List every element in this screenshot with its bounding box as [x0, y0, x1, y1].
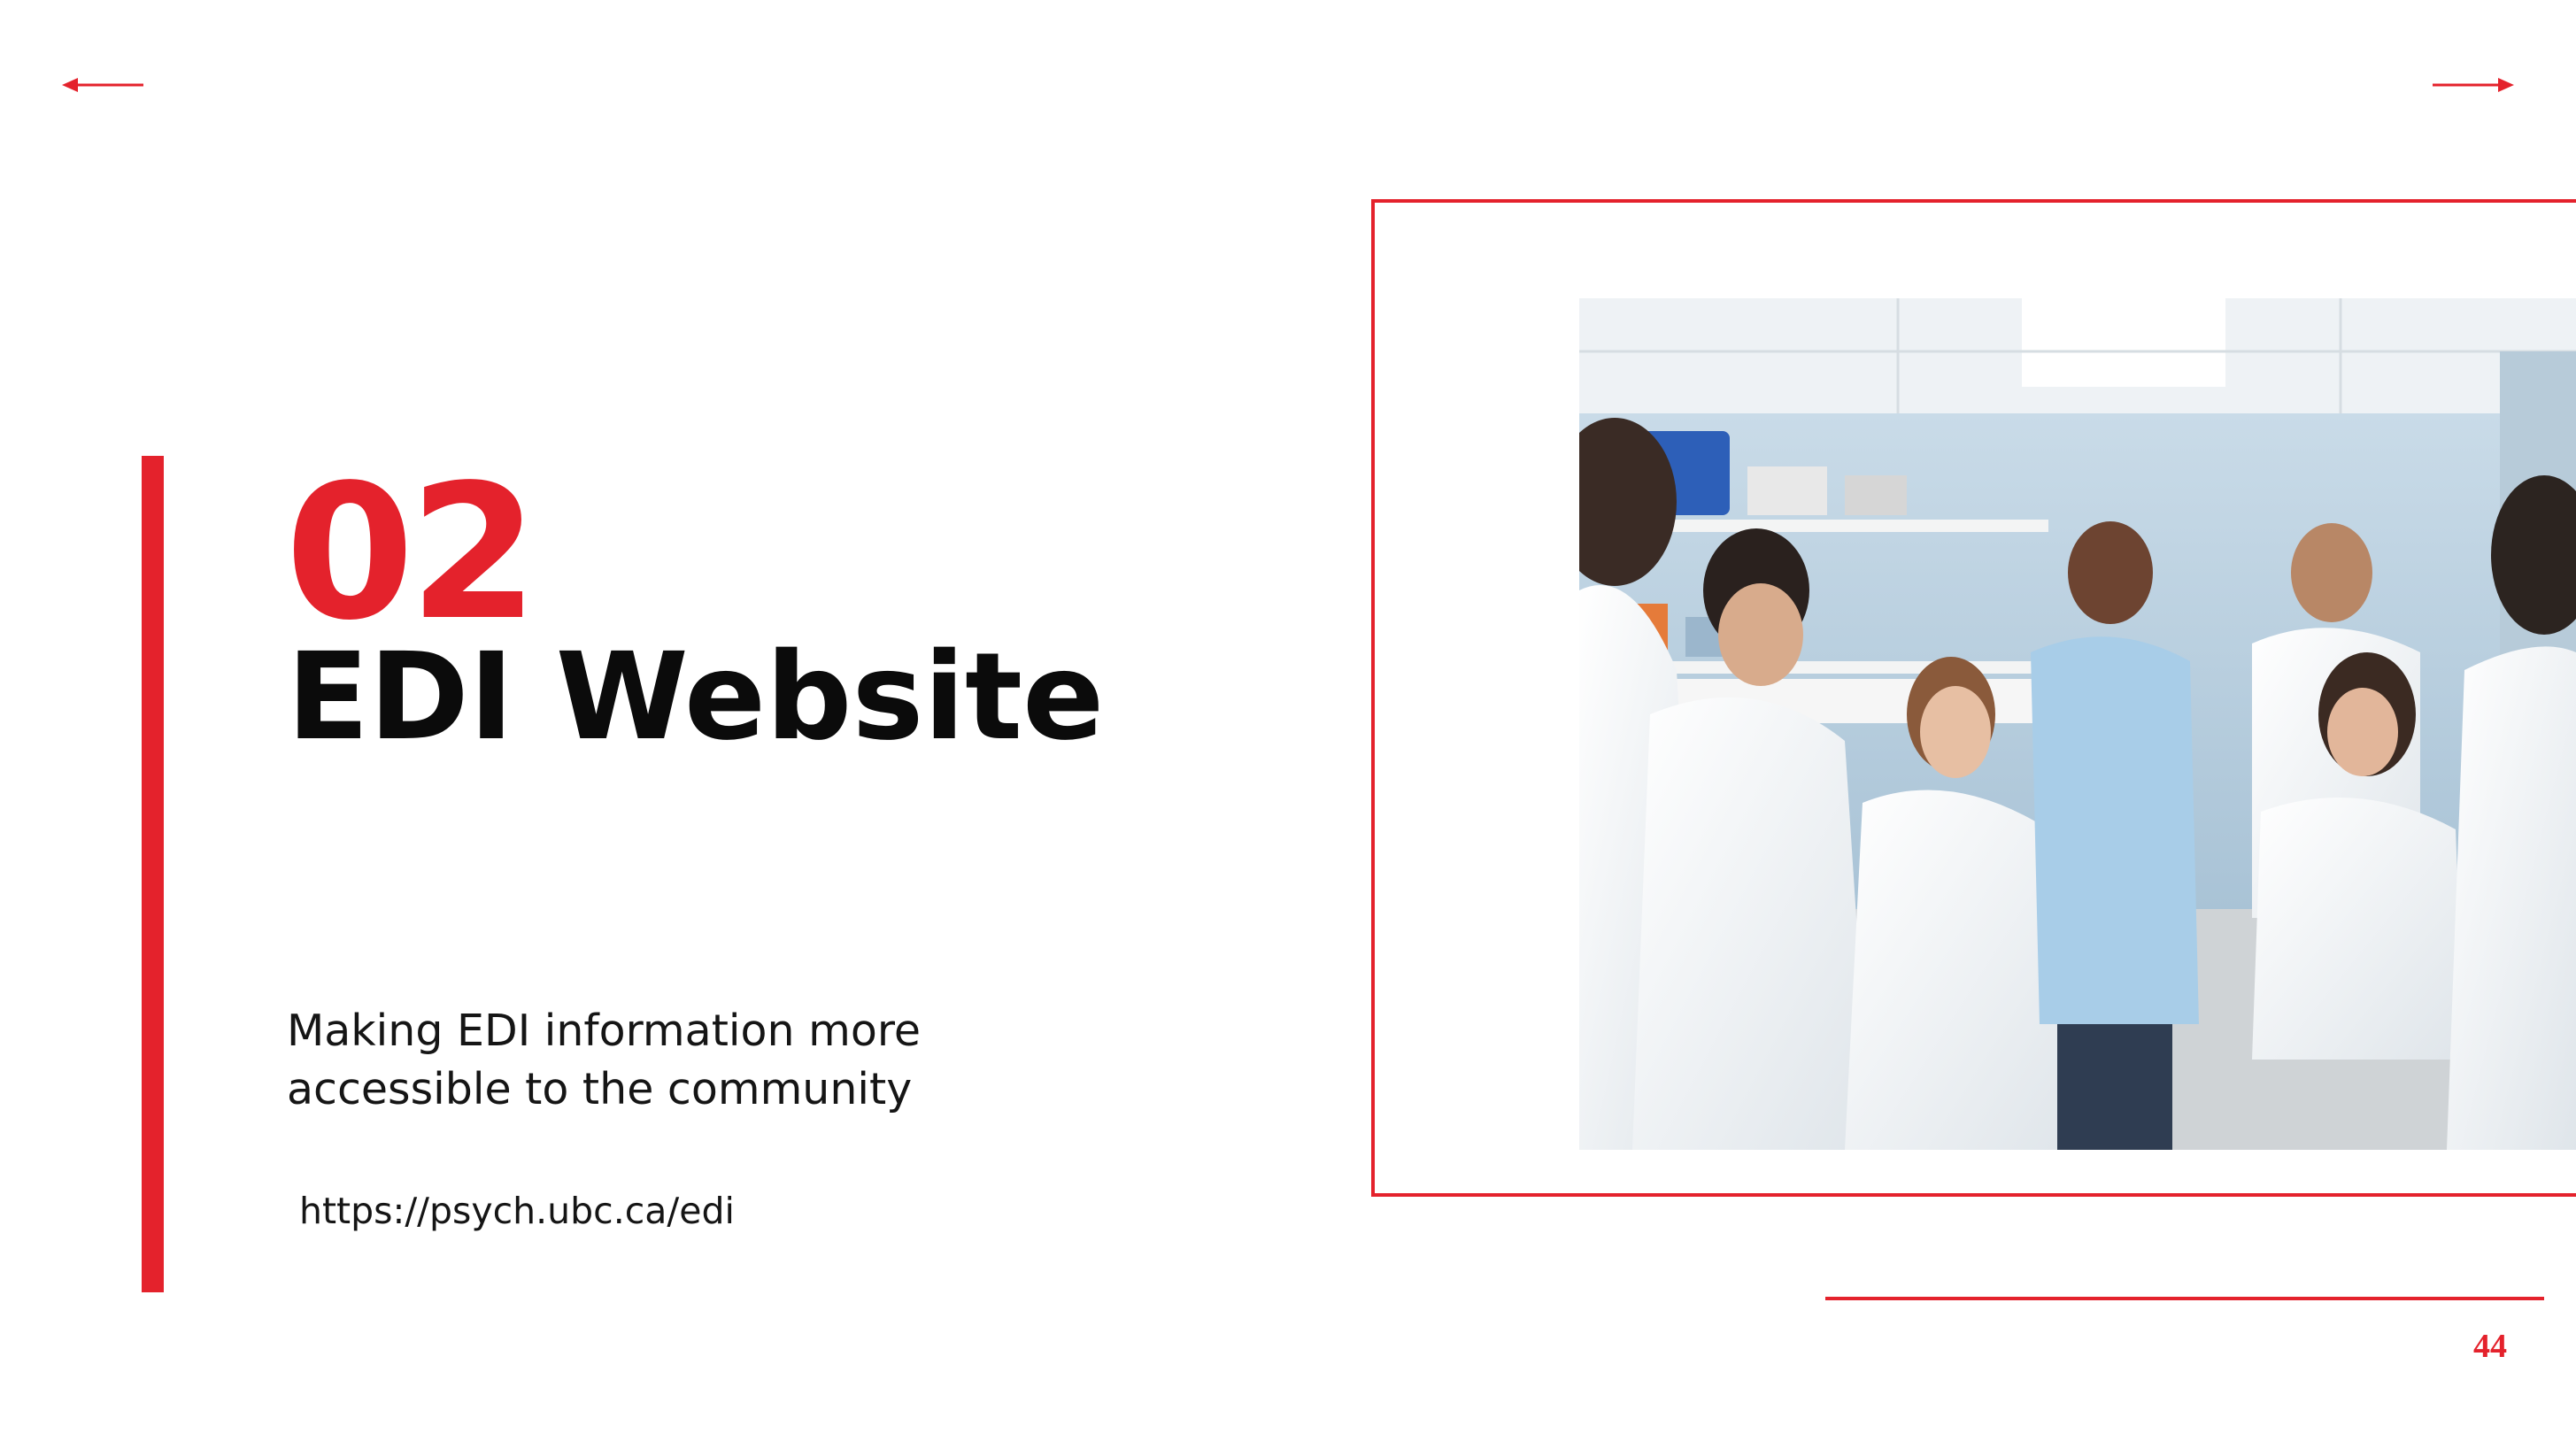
left-arrow-icon[interactable] — [62, 74, 143, 96]
page-number: 44 — [2473, 1328, 2507, 1365]
right-arrow-icon[interactable] — [2433, 74, 2514, 96]
subtitle-text: Making EDI information more accessible t… — [287, 1006, 922, 1114]
section-number: 02 — [285, 444, 538, 661]
lab-group-photo — [1579, 298, 2576, 1150]
page-title: EDI Website — [287, 628, 1105, 767]
footer-divider — [1825, 1297, 2544, 1300]
accent-bar — [142, 456, 164, 1292]
website-link[interactable]: https://psych.ubc.ca/edi — [299, 1190, 735, 1233]
